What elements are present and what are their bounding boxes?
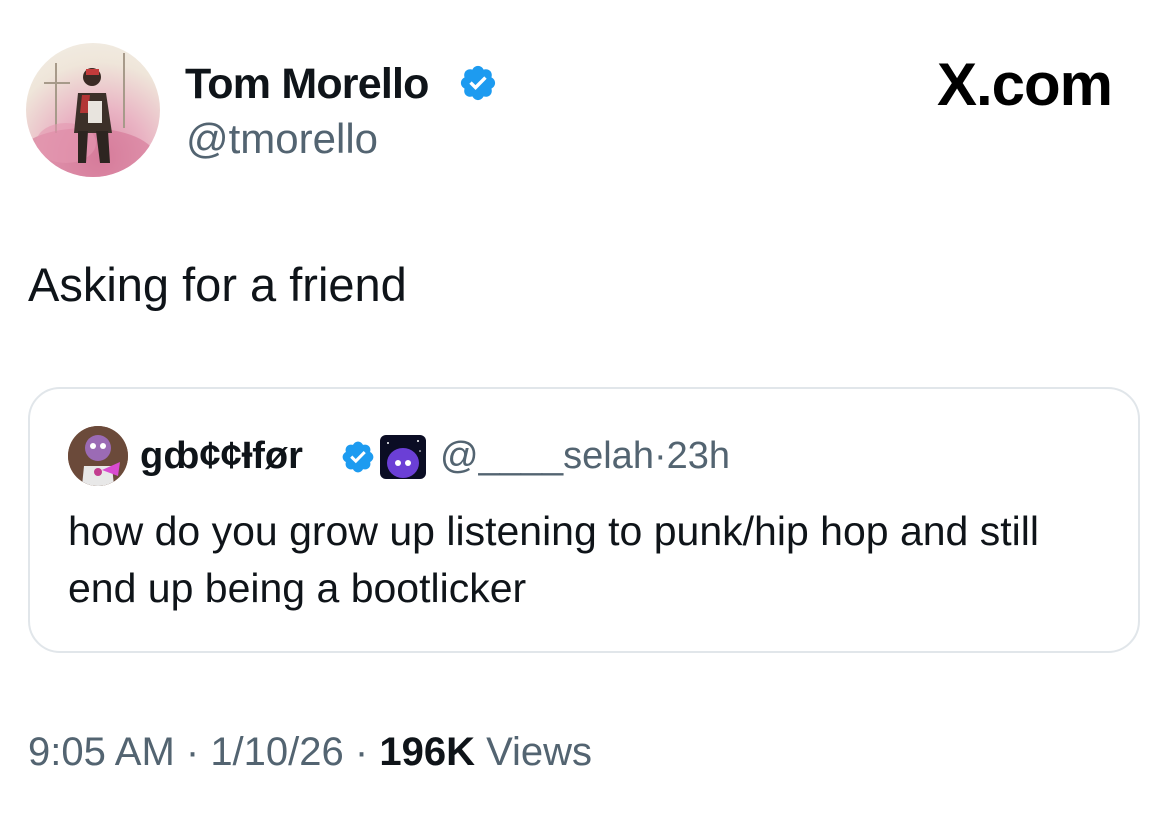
affiliate-badge-icon[interactable]	[380, 435, 426, 479]
quoted-tweet-text: how do you grow up listening to punk/hip…	[68, 508, 1039, 611]
tweet-metadata: 9:05 AM · 1/10/26 · 196K Views	[28, 727, 592, 777]
quoted-author-name[interactable]: gȸ¢¢Ɨfør	[140, 433, 303, 479]
quoted-avatar-image	[68, 426, 128, 486]
views-label[interactable]: Views	[475, 730, 592, 774]
quoted-author-handle[interactable]: @____selah	[440, 435, 654, 477]
meta-separator: ·	[174, 730, 211, 774]
author-handle[interactable]: @tmorello	[186, 114, 378, 164]
author-avatar[interactable]	[26, 43, 160, 177]
tweet-date[interactable]: 1/10/26	[210, 730, 343, 774]
quoted-verified-badge-icon[interactable]	[340, 439, 376, 475]
quoted-tweet-age[interactable]: 23h	[667, 435, 730, 477]
views-count[interactable]: 196K	[379, 730, 475, 774]
author-name[interactable]: Tom Morello	[185, 58, 429, 110]
quoted-author-avatar[interactable]	[68, 426, 128, 486]
tweet-text: Asking for a friend	[28, 258, 407, 311]
verified-badge-icon[interactable]	[458, 63, 498, 103]
affiliate-badge-image	[380, 435, 426, 479]
avatar-image	[26, 53, 156, 177]
quoted-handle-line: @____selah·23h	[440, 433, 730, 479]
brand-logo: X.com	[936, 51, 1113, 118]
quoted-tweet-card[interactable]: gȸ¢¢Ɨfør @____selah·23h how do you grow …	[28, 387, 1140, 653]
tweet-time[interactable]: 9:05 AM	[28, 730, 175, 774]
handle-separator: ·	[653, 435, 667, 477]
meta-separator: ·	[343, 730, 380, 774]
